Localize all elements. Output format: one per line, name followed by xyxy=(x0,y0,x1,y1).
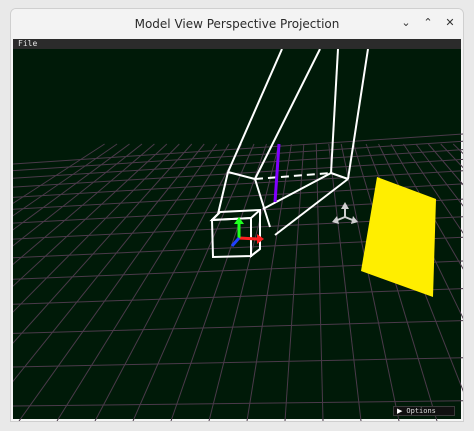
menu-file[interactable]: File xyxy=(13,39,42,49)
options-label: Options xyxy=(406,406,436,415)
grid-line xyxy=(13,357,463,368)
vertical-axis-line xyxy=(273,143,281,203)
grid-line xyxy=(284,143,305,421)
grid-line xyxy=(315,143,324,421)
app-window: Model View Perspective Projection ⌄ ⌃ ✕ … xyxy=(10,8,464,422)
3d-viewport[interactable]: ▶ Options xyxy=(13,49,463,421)
grid-line xyxy=(13,143,105,204)
grid-line xyxy=(13,143,118,217)
grid-line xyxy=(13,140,463,172)
grid-line xyxy=(132,143,255,421)
options-button[interactable]: ▶ Options xyxy=(393,406,455,416)
grid-line xyxy=(452,143,463,155)
grid-line xyxy=(440,143,463,169)
grid-line xyxy=(18,143,218,421)
minimize-button[interactable]: ⌄ xyxy=(399,16,413,30)
triangle-right-icon: ▶ xyxy=(397,406,403,415)
title-bar[interactable]: Model View Perspective Projection ⌄ ⌃ ✕ xyxy=(11,9,463,39)
menu-bar: File xyxy=(13,39,461,49)
window-controls: ⌄ ⌃ ✕ xyxy=(399,16,457,30)
yellow-plane xyxy=(361,177,436,297)
grid-line xyxy=(328,143,362,421)
grid-line xyxy=(13,288,463,305)
maximize-button[interactable]: ⌃ xyxy=(421,16,435,30)
close-button[interactable]: ✕ xyxy=(443,16,457,30)
scene-canvas[interactable] xyxy=(13,49,463,421)
grid-line xyxy=(246,143,292,421)
grid-line xyxy=(13,320,463,334)
grid-line xyxy=(56,143,230,421)
window-title: Model View Perspective Projection xyxy=(134,17,340,31)
